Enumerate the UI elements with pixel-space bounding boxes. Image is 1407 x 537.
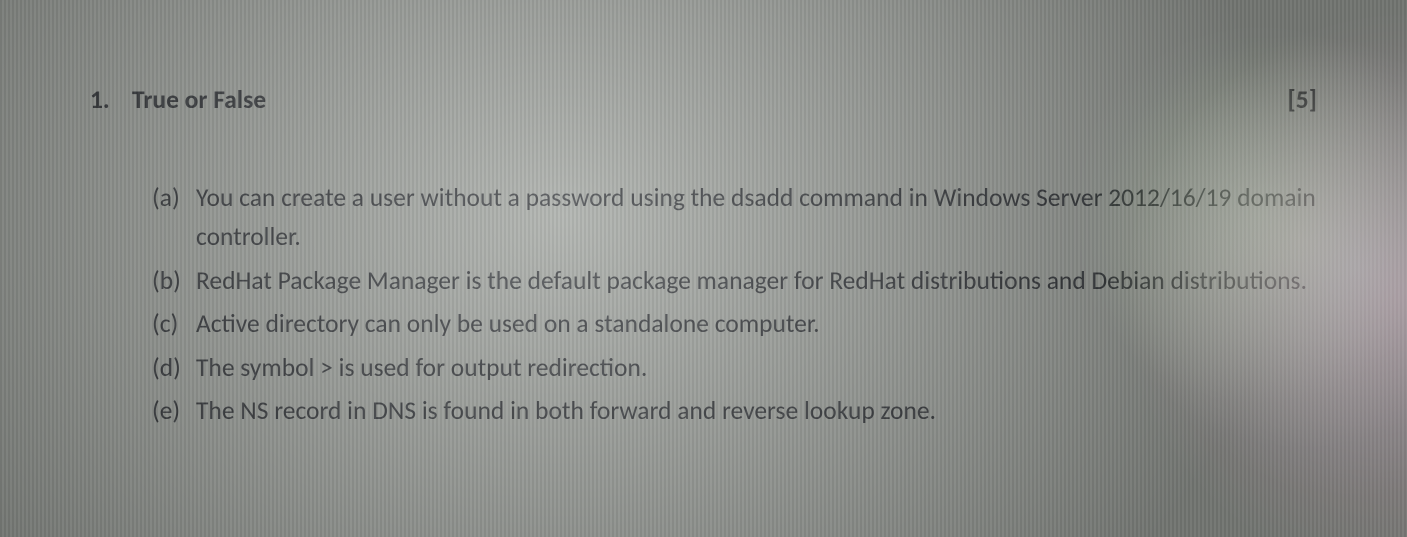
list-item: (b) RedHat Package Manager is the defaul… (152, 261, 1327, 301)
item-label: (b) (152, 261, 196, 301)
list-item: (d) The symbol > is used for output redi… (152, 348, 1327, 388)
item-label: (d) (152, 348, 196, 388)
item-text: The symbol > is used for output redirect… (196, 348, 1327, 388)
question-number: 1. (90, 80, 132, 120)
list-item: (e) The NS record in DNS is found in bot… (152, 391, 1327, 431)
question-title: True or False (132, 80, 266, 120)
item-label: (e) (152, 391, 196, 431)
question-items: (a) You can create a user without a pass… (90, 178, 1327, 431)
question-header: 1. True or False [5] (90, 80, 1327, 120)
list-item: (a) You can create a user without a pass… (152, 178, 1327, 257)
list-item: (c) Active directory can only be used on… (152, 304, 1327, 344)
item-label: (c) (152, 304, 196, 344)
item-text: The NS record in DNS is found in both fo… (196, 391, 1327, 431)
item-label: (a) (152, 178, 196, 218)
exam-page: 1. True or False [5] (a) You can create … (0, 0, 1407, 431)
item-text: You can create a user without a password… (196, 178, 1327, 257)
item-text: Active directory can only be used on a s… (196, 304, 1327, 344)
question-marks: [5] (1288, 80, 1327, 120)
item-text: RedHat Package Manager is the default pa… (196, 261, 1327, 301)
